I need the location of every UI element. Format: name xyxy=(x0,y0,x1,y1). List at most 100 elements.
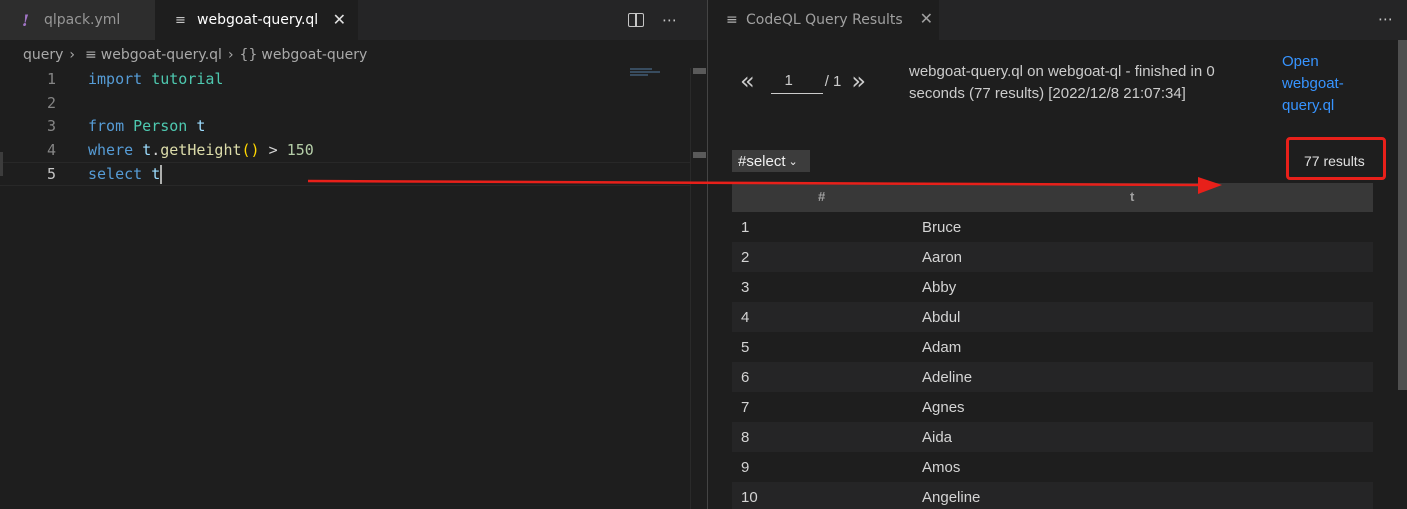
row-value-link[interactable]: Adeline xyxy=(922,369,972,386)
file-lines-icon: ≡ xyxy=(175,12,186,28)
row-index: 7 xyxy=(741,399,750,416)
code-variable: t xyxy=(151,165,161,183)
row-value-link[interactable]: Abby xyxy=(922,279,956,296)
row-index: 5 xyxy=(741,339,750,356)
row-index: 2 xyxy=(741,249,750,266)
table-row[interactable]: 10 Angeline xyxy=(732,482,1373,509)
table-row[interactable]: 4 Abdul xyxy=(732,302,1373,332)
table-header: # t xyxy=(732,183,1373,212)
annotation-highlight-box xyxy=(1286,137,1386,180)
result-set-value: #select xyxy=(738,152,786,170)
code-keyword: select xyxy=(88,165,143,183)
query-results-panel: ≡ CodeQL Query Results ✕ ⋯ « / 1 » webgo… xyxy=(708,0,1407,509)
result-set-select[interactable]: #select ⌄ xyxy=(732,150,810,172)
code-line-current: 5 select t xyxy=(0,162,690,186)
code-line: 3 from Person t xyxy=(0,115,690,139)
code-line: 2 xyxy=(0,92,690,116)
row-index: 1 xyxy=(741,219,750,236)
chevron-down-icon: ⌄ xyxy=(788,155,798,168)
tab-webgoat-query-ql[interactable]: ≡ webgoat-query.ql ✕ xyxy=(155,0,358,40)
next-page-icon[interactable]: » xyxy=(851,69,866,93)
table-row[interactable]: 2 Aaron xyxy=(732,242,1373,272)
row-value-link[interactable]: Aida xyxy=(922,429,952,446)
tab-label: qlpack.yml xyxy=(44,12,121,28)
tab-label: webgoat-query.ql xyxy=(197,12,319,28)
row-value-link[interactable]: Amos xyxy=(922,459,960,476)
editor-actions: ⋯ xyxy=(628,0,677,40)
line-number: 2 xyxy=(46,93,56,112)
tab-qlpack-yml[interactable]: ! qlpack.yml xyxy=(0,0,155,40)
code-variable: t xyxy=(142,140,152,159)
row-index: 9 xyxy=(741,459,750,476)
row-index: 3 xyxy=(741,279,750,296)
code-line: 4 where t.getHeight() > 150 xyxy=(0,139,690,163)
code-type: Person xyxy=(133,117,188,135)
split-editor-icon[interactable] xyxy=(628,13,644,27)
scrollbar-thumb[interactable] xyxy=(1398,40,1407,390)
code-operator: > xyxy=(268,140,278,159)
close-icon[interactable]: ✕ xyxy=(333,10,346,29)
results-scrollbar[interactable] xyxy=(1397,40,1407,509)
table-row[interactable]: 8 Aida xyxy=(732,422,1373,452)
row-value-link[interactable]: Adam xyxy=(922,339,961,356)
editor-group-left: ! qlpack.yml ≡ webgoat-query.ql ✕ ⋯ quer… xyxy=(0,0,707,509)
text-cursor xyxy=(160,165,163,184)
results-tab-bar: ≡ CodeQL Query Results ✕ ⋯ xyxy=(708,0,1407,40)
code-module: tutorial xyxy=(151,70,224,88)
open-query-link[interactable]: Open webgoat-query.ql xyxy=(1282,51,1372,117)
query-info: webgoat-query.ql on webgoat-ql - finishe… xyxy=(909,63,1215,102)
tab-codeql-query-results[interactable]: ≡ CodeQL Query Results ✕ xyxy=(708,0,939,40)
code-line: 1 import tutorial xyxy=(0,68,690,92)
code-editor[interactable]: 1 import tutorial 2 3 from Person t 4 wh… xyxy=(0,68,690,186)
braces-icon: {} xyxy=(239,47,258,63)
table-row[interactable]: 1 Bruce xyxy=(732,212,1373,242)
scrollbar-marker xyxy=(693,152,706,158)
row-index: 10 xyxy=(741,489,758,506)
chevron-right-icon: › xyxy=(227,47,234,63)
code-keyword: from xyxy=(88,117,125,135)
row-index: 8 xyxy=(741,429,750,446)
pagination: « / 1 » xyxy=(740,68,866,94)
minimap[interactable] xyxy=(630,68,690,80)
table-row[interactable]: 5 Adam xyxy=(732,332,1373,362)
editor-tab-bar: ! qlpack.yml ≡ webgoat-query.ql ✕ ⋯ xyxy=(0,0,707,40)
row-index: 6 xyxy=(741,369,750,386)
line-number: 1 xyxy=(46,70,56,88)
row-value-link[interactable]: Angeline xyxy=(922,489,980,506)
code-dot: . xyxy=(151,140,161,159)
column-header-t[interactable]: t xyxy=(1130,189,1134,204)
more-actions-icon[interactable]: ⋯ xyxy=(1378,10,1393,28)
row-value-link[interactable]: Abdul xyxy=(922,309,960,326)
prev-page-icon[interactable]: « xyxy=(740,69,755,93)
tab-label: CodeQL Query Results xyxy=(746,12,903,28)
table-row[interactable]: 9 Amos xyxy=(732,452,1373,482)
row-value-link[interactable]: Aaron xyxy=(922,249,962,266)
column-header-index[interactable]: # xyxy=(818,189,825,204)
line-number: 4 xyxy=(46,140,56,159)
file-lines-icon: ≡ xyxy=(85,47,97,63)
breadcrumb-folder[interactable]: query xyxy=(23,47,63,63)
more-actions-icon[interactable]: ⋯ xyxy=(662,11,677,29)
row-value-link[interactable]: Bruce xyxy=(922,219,961,236)
row-value-link[interactable]: Agnes xyxy=(922,399,965,416)
breadcrumb-file[interactable]: webgoat-query.ql xyxy=(101,47,222,63)
page-total: / 1 xyxy=(824,72,842,90)
code-keyword: where xyxy=(88,140,134,159)
page-number-input[interactable] xyxy=(770,68,823,94)
chevron-right-icon: › xyxy=(69,47,76,63)
table-row[interactable]: 6 Adeline xyxy=(732,362,1373,392)
close-icon[interactable]: ✕ xyxy=(920,9,933,28)
row-index: 4 xyxy=(741,309,750,326)
line-number: 5 xyxy=(46,165,56,183)
breadcrumb: query › ≡ webgoat-query.ql › {} webgoat-… xyxy=(23,44,367,66)
gutter-marker xyxy=(0,152,3,176)
code-variable: t xyxy=(196,117,206,135)
results-table: # t 1 Bruce 2 Aaron 3 Abby 4 Abdul 5 Adam 6 Adeline… xyxy=(732,183,1373,509)
scrollbar-marker xyxy=(693,68,706,74)
editor-scrollbar[interactable] xyxy=(690,68,707,509)
table-row[interactable]: 7 Agnes xyxy=(732,392,1373,422)
table-row[interactable]: 3 Abby xyxy=(732,272,1373,302)
breadcrumb-symbol[interactable]: webgoat-query xyxy=(261,47,367,63)
line-number: 3 xyxy=(46,117,56,135)
file-lines-icon: ≡ xyxy=(726,12,738,28)
